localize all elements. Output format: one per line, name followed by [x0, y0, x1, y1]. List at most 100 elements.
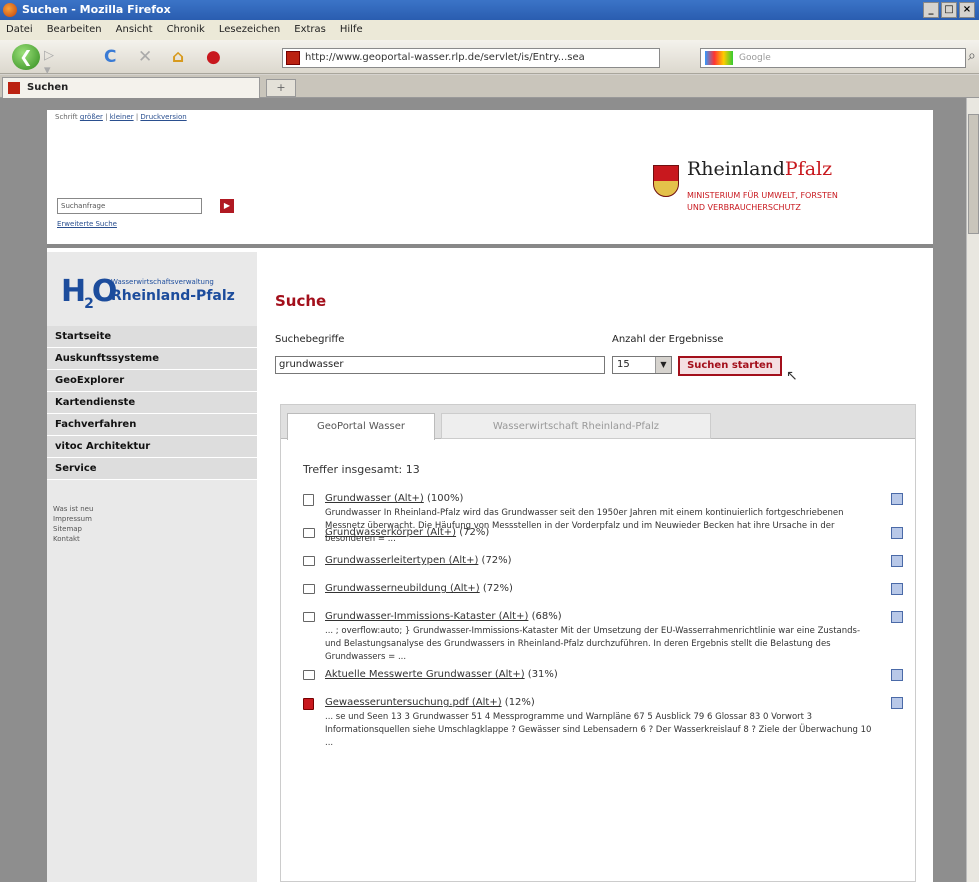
preview-icon[interactable] [891, 697, 903, 709]
result-link[interactable]: Grundwasserleitertypen (Alt+) [325, 555, 478, 566]
font-smaller-link[interactable]: kleiner [110, 113, 134, 121]
result-snippet: ... se und Seen 13 3 Grundwasser 51 4 Me… [325, 712, 872, 748]
font-size-controls: Schrift größer | kleiner | Druckversion [55, 113, 187, 121]
url-bar[interactable]: http://www.geoportal-wasser.rlp.de/servl… [282, 48, 660, 68]
reload-icon[interactable]: C [104, 48, 116, 66]
window-title: Suchen - Mozilla Firefox [22, 3, 171, 16]
link-kontakt[interactable]: Kontakt [53, 534, 93, 544]
result-score: (31%) [527, 669, 558, 680]
result-snippet: ... ; overflow:auto; } Grundwasser-Immis… [325, 626, 861, 662]
logo-subtitle: Wasserwirtschaftsverwaltung [111, 278, 214, 286]
adblock-icon[interactable]: ● [206, 48, 221, 66]
folder-icon [303, 556, 315, 566]
result-link[interactable]: Aktuelle Messwerte Grundwasser (Alt+) [325, 669, 525, 680]
preview-icon[interactable] [891, 669, 903, 681]
advanced-search-link[interactable]: Erweiterte Suche [57, 220, 117, 228]
coat-of-arms-icon [653, 165, 679, 197]
result-link[interactable]: Grundwasser-Immissions-Kataster (Alt+) [325, 611, 528, 622]
terms-label: Suchebegriffe [275, 334, 345, 345]
firefox-icon [3, 3, 17, 17]
sidebar-item-kartendienste[interactable]: Kartendienste [47, 392, 257, 414]
title-bar: Suchen - Mozilla Firefox _ □ × [0, 0, 979, 20]
chevron-down-icon[interactable]: ▼ [655, 357, 671, 373]
sidebar-item-auskunftssysteme[interactable]: Auskunftssysteme [47, 348, 257, 370]
menu-bearbeiten[interactable]: Bearbeiten [47, 20, 102, 40]
result-link[interactable]: Grundwasser (Alt+) [325, 493, 424, 504]
sidebar-links: Was ist neu Impressum Sitemap Kontakt [53, 504, 93, 544]
menu-ansicht[interactable]: Ansicht [116, 20, 153, 40]
page-viewport: Schrift größer | kleiner | Druckversion … [0, 98, 979, 882]
search-start-button[interactable]: Suchen starten [678, 356, 782, 376]
count-value: 15 [617, 359, 630, 370]
ministry-name: MINISTERIUM FÜR UMWELT, FORSTEN UND VERB… [687, 190, 907, 214]
preview-icon[interactable] [891, 555, 903, 567]
url-text: http://www.geoportal-wasser.rlp.de/servl… [305, 52, 585, 63]
tab-favicon [8, 82, 20, 94]
results-panel: GeoPortal Wasser Wasserwirtschaft Rheinl… [280, 404, 916, 882]
sidebar-item-geoexplorer[interactable]: GeoExplorer [47, 370, 257, 392]
font-label: Schrift [55, 113, 78, 121]
result-count-select[interactable]: 15 ▼ [612, 356, 672, 374]
result-score: (72%) [481, 555, 512, 566]
sidebar-item-vitoc[interactable]: vitoc Architektur [47, 436, 257, 458]
preview-icon[interactable] [891, 493, 903, 505]
menu-extras[interactable]: Extras [294, 20, 326, 40]
preview-icon[interactable] [891, 583, 903, 595]
print-version-link[interactable]: Druckversion [140, 113, 186, 121]
navigation-toolbar: ❮ ▷ ▾ C ✕ ⌂ ● http://www.geoportal-wasse… [0, 40, 979, 78]
preview-icon[interactable] [891, 527, 903, 539]
results-total: Treffer insgesamt: 13 [303, 463, 420, 476]
tab-label: Suchen [27, 82, 69, 93]
tab-bar: Suchen + [0, 75, 979, 98]
maximize-button[interactable]: □ [941, 2, 957, 18]
close-button[interactable]: × [959, 2, 975, 18]
tab-geoportal-wasser[interactable]: GeoPortal Wasser [287, 413, 435, 440]
page-title: Suche [275, 292, 327, 310]
preview-icon[interactable] [891, 611, 903, 623]
ministry-line-2: UND VERBRAUCHERSCHUTZ [687, 203, 801, 212]
sidebar-item-startseite[interactable]: Startseite [47, 326, 257, 348]
forward-button[interactable]: ▷ ▾ [44, 48, 64, 78]
menu-datei[interactable]: Datei [6, 20, 33, 40]
logo-region: Rheinland-Pfalz [111, 288, 235, 304]
tab-suchen[interactable]: Suchen [2, 77, 260, 98]
back-button[interactable]: ❮ [12, 44, 40, 70]
link-impressum[interactable]: Impressum [53, 514, 93, 524]
document-icon [303, 494, 314, 506]
web-search-input[interactable]: Google [700, 48, 966, 68]
browser-window: Suchen - Mozilla Firefox _ □ × Datei Bea… [0, 0, 979, 882]
scrollbar-thumb[interactable] [968, 114, 979, 234]
h2o-logo[interactable]: H2O Wasserwirtschaftsverwaltung Rheinlan… [61, 272, 251, 316]
font-bigger-link[interactable]: größer [80, 113, 103, 121]
search-engine-icon[interactable] [705, 51, 733, 65]
link-sitemap[interactable]: Sitemap [53, 524, 93, 534]
result-link[interactable]: Grundwasserkörper (Alt+) [325, 527, 456, 538]
stop-icon[interactable]: ✕ [138, 48, 152, 66]
mouse-cursor-icon: ↖ [786, 368, 798, 384]
result-link[interactable]: Gewaesseruntersuchung.pdf (Alt+) [325, 697, 502, 708]
result-score: (100%) [426, 493, 464, 504]
site-search-button[interactable]: ▶ [220, 199, 234, 213]
search-icon[interactable]: ⌕ [968, 48, 976, 64]
site-search-input[interactable]: Suchanfrage [57, 198, 202, 214]
sidebar-item-fachverfahren[interactable]: Fachverfahren [47, 414, 257, 436]
sidebar-item-service[interactable]: Service [47, 458, 257, 480]
home-icon[interactable]: ⌂ [172, 48, 184, 66]
menu-lesezeichen[interactable]: Lesezeichen [219, 20, 280, 40]
result-score: (68%) [531, 611, 562, 622]
result-link[interactable]: Grundwasserneubildung (Alt+) [325, 583, 480, 594]
tab-wasserwirtschaft[interactable]: Wasserwirtschaft Rheinland-Pfalz [441, 413, 711, 439]
count-label: Anzahl der Ergebnisse [612, 334, 724, 345]
menu-chronik[interactable]: Chronik [167, 20, 205, 40]
search-terms-input[interactable]: grundwasser [275, 356, 605, 374]
state-name-a: Rheinland [687, 158, 785, 180]
menu-hilfe[interactable]: Hilfe [340, 20, 363, 40]
minimize-button[interactable]: _ [923, 2, 939, 18]
vertical-scrollbar[interactable] [966, 98, 979, 882]
link-was-ist-neu[interactable]: Was ist neu [53, 504, 93, 514]
sidebar: H2O Wasserwirtschaftsverwaltung Rheinlan… [47, 252, 257, 882]
ministry-line-1: MINISTERIUM FÜR UMWELT, FORSTEN [687, 191, 838, 200]
new-tab-button[interactable]: + [266, 79, 296, 97]
folder-icon [303, 528, 315, 538]
state-name-b: Pfalz [784, 158, 833, 180]
